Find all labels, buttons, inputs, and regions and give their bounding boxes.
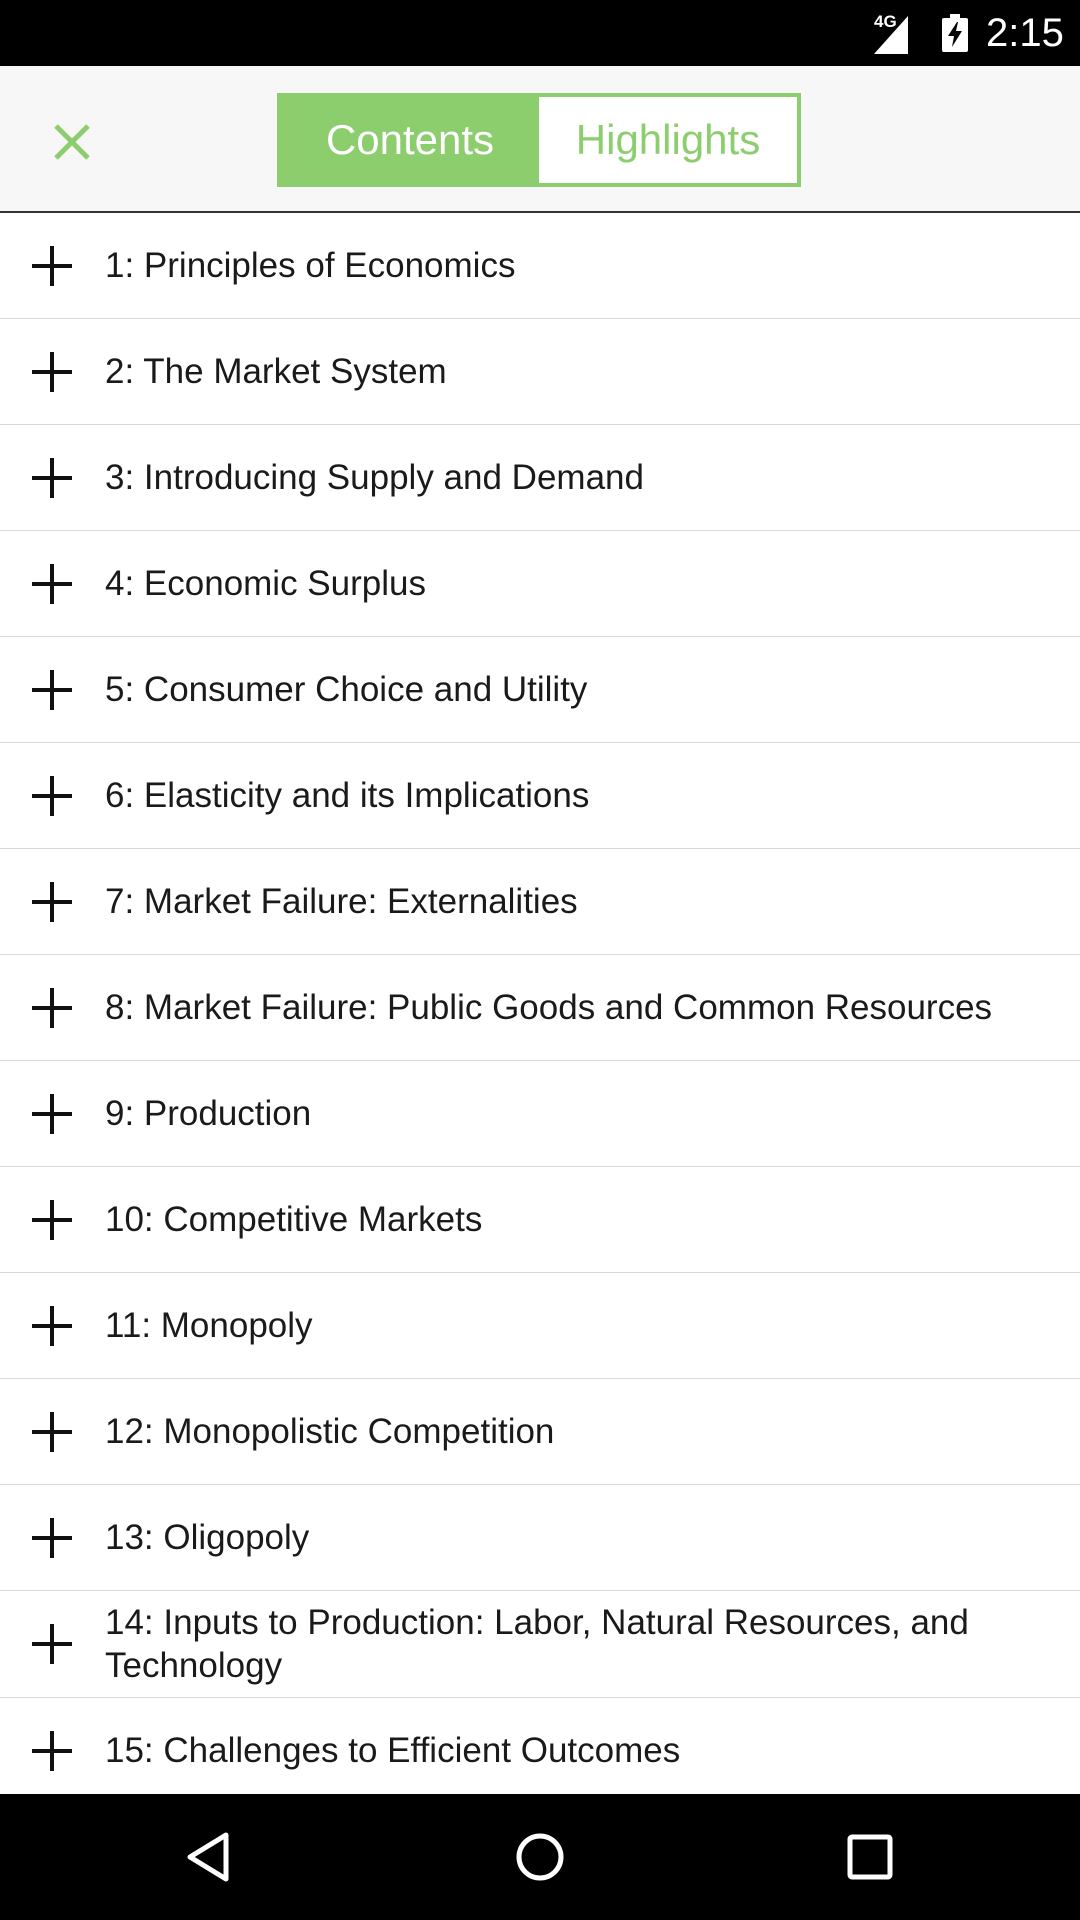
plus-icon[interactable] [32, 1411, 72, 1452]
toolbar: Contents Highlights [0, 66, 1080, 213]
back-icon[interactable] [180, 1827, 240, 1887]
toc-item-label: 1: Principles of Economics [105, 246, 516, 285]
toc-item-15[interactable]: 15: Challenges to Efficient Outcomes [0, 1698, 1080, 1804]
toc-item-11[interactable]: 11: Monopoly [0, 1273, 1080, 1379]
plus-icon[interactable] [32, 881, 72, 922]
toc-item-1[interactable]: 1: Principles of Economics [0, 213, 1080, 319]
toc-item-3[interactable]: 3: Introducing Supply and Demand [0, 425, 1080, 531]
toc-item-label: 5: Consumer Choice and Utility [105, 670, 588, 709]
plus-icon[interactable] [32, 245, 72, 286]
toc-item-label: 4: Economic Surplus [105, 564, 426, 603]
toc-item-label: 15: Challenges to Efficient Outcomes [105, 1731, 681, 1770]
home-icon[interactable] [510, 1827, 570, 1887]
plus-icon[interactable] [32, 1199, 72, 1240]
plus-icon[interactable] [32, 457, 72, 498]
plus-icon[interactable] [32, 351, 72, 392]
plus-icon[interactable] [32, 669, 72, 710]
toc-item-6[interactable]: 6: Elasticity and its Implications [0, 743, 1080, 849]
toc-item-label: 6: Elasticity and its Implications [105, 776, 590, 815]
toc-item-12[interactable]: 12: Monopolistic Competition [0, 1379, 1080, 1485]
recents-icon[interactable] [840, 1827, 900, 1887]
plus-icon[interactable] [32, 987, 72, 1028]
toc-item-label: 2: The Market System [105, 352, 447, 391]
plus-icon[interactable] [32, 775, 72, 816]
toc-item-label: 9: Production [105, 1094, 312, 1133]
segmented-control: Contents Highlights [277, 93, 801, 187]
toc-item-5[interactable]: 5: Consumer Choice and Utility [0, 637, 1080, 743]
toc-item-13[interactable]: 13: Oligopoly [0, 1485, 1080, 1591]
status-time: 2:15 [986, 11, 1064, 55]
plus-icon[interactable] [32, 563, 72, 604]
toc-item-7[interactable]: 7: Market Failure: Externalities [0, 849, 1080, 955]
toc-list: 1: Principles of Economics 2: The Market… [0, 213, 1080, 1804]
plus-icon[interactable] [32, 1093, 72, 1134]
plus-icon[interactable] [32, 1517, 72, 1558]
tab-highlights[interactable]: Highlights [539, 97, 797, 183]
toc-item-8[interactable]: 8: Market Failure: Public Goods and Comm… [0, 955, 1080, 1061]
toc-item-label: 12: Monopolistic Competition [105, 1412, 555, 1451]
toc-item-label: 7: Market Failure: Externalities [105, 882, 578, 921]
toc-item-label: 14: Inputs to Production: Labor, Natural… [105, 1603, 969, 1685]
close-icon[interactable] [42, 112, 102, 172]
toc-item-label: 11: Monopoly [105, 1306, 313, 1345]
toc-item-label: 3: Introducing Supply and Demand [105, 458, 644, 497]
plus-icon[interactable] [32, 1730, 72, 1771]
toc-item-14[interactable]: 14: Inputs to Production: Labor, Natural… [0, 1591, 1080, 1698]
toc-item-label: 13: Oligopoly [105, 1518, 310, 1557]
toc-item-label: 10: Competitive Markets [105, 1200, 483, 1239]
toc-item-9[interactable]: 9: Production [0, 1061, 1080, 1167]
plus-icon[interactable] [32, 1305, 72, 1346]
battery-charging-icon [942, 14, 968, 52]
network-type: 4G [874, 12, 897, 31]
tab-contents[interactable]: Contents [281, 97, 539, 183]
navigation-bar [0, 1794, 1080, 1920]
status-bar: 4G 2:15 [0, 0, 1080, 66]
toc-item-4[interactable]: 4: Economic Surplus [0, 531, 1080, 637]
plus-icon[interactable] [32, 1624, 72, 1664]
toc-item-2[interactable]: 2: The Market System [0, 319, 1080, 425]
toc-item-label: 8: Market Failure: Public Goods and Comm… [105, 988, 993, 1027]
toc-item-10[interactable]: 10: Competitive Markets [0, 1167, 1080, 1273]
